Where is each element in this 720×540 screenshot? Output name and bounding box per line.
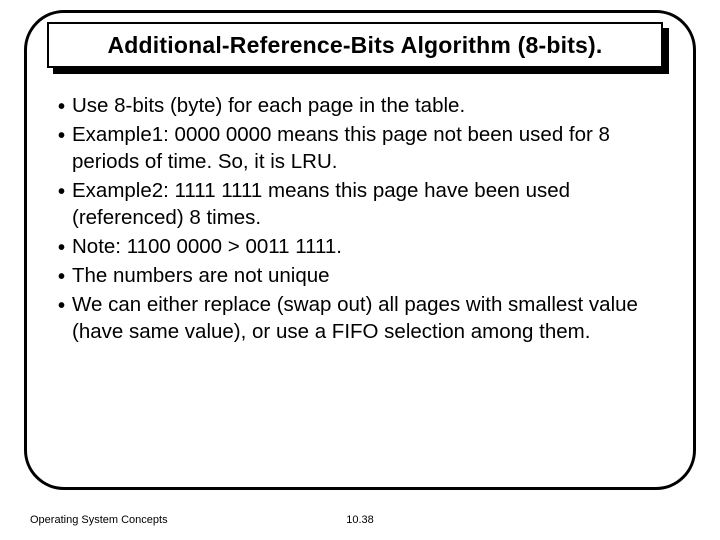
bullet-text: Example1: 0000 0000 means this page not …: [72, 121, 668, 175]
title-box: Additional-Reference-Bits Algorithm (8-b…: [47, 22, 663, 68]
list-item: Example1: 0000 0000 means this page not …: [58, 121, 668, 175]
footer-page-number: 10.38: [0, 514, 720, 526]
bullet-icon: [58, 92, 72, 119]
list-item: Note: 1100 0000 > 0011 1111.: [58, 233, 668, 260]
list-item: Example2: 1111 1111 means this page have…: [58, 177, 668, 231]
bullet-text: Use 8-bits (byte) for each page in the t…: [72, 92, 668, 119]
list-item: We can either replace (swap out) all pag…: [58, 291, 668, 345]
list-item: Use 8-bits (byte) for each page in the t…: [58, 92, 668, 119]
bullet-icon: [58, 177, 72, 204]
bullet-icon: [58, 291, 72, 318]
content-area: Use 8-bits (byte) for each page in the t…: [58, 92, 668, 347]
bullet-icon: [58, 121, 72, 148]
list-item: The numbers are not unique: [58, 262, 668, 289]
bullet-text: The numbers are not unique: [72, 262, 668, 289]
slide: Additional-Reference-Bits Algorithm (8-b…: [0, 0, 720, 540]
bullet-icon: [58, 262, 72, 289]
bullet-text: Note: 1100 0000 > 0011 1111.: [72, 233, 668, 260]
bullet-icon: [58, 233, 72, 260]
bullet-text: We can either replace (swap out) all pag…: [72, 291, 668, 345]
slide-title: Additional-Reference-Bits Algorithm (8-b…: [108, 32, 603, 59]
bullet-text: Example2: 1111 1111 means this page have…: [72, 177, 668, 231]
